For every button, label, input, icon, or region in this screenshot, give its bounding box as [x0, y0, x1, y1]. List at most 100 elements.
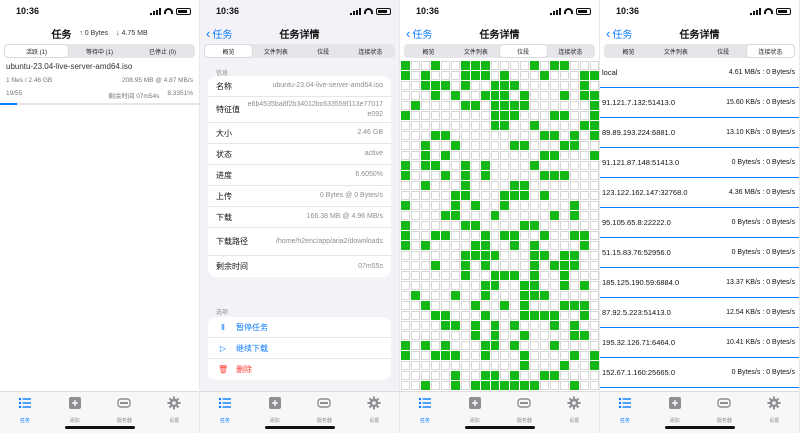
piece-cell — [560, 381, 570, 390]
peer-row[interactable]: 91.121.7.132:51413.0 15.60 KB/s : 0 Bytes… — [600, 88, 799, 118]
peer-row[interactable]: 185.125.190.59:6884.0 13.37 KB/s : 0 Byte… — [600, 268, 799, 298]
signal-icon — [550, 7, 561, 15]
tab-waiting[interactable]: 等待中 (1) — [68, 45, 131, 57]
download-speed: ↓ 4.75 MB — [116, 29, 148, 37]
peer-row[interactable]: 123.122.162.147:32768.0 4.36 MB/s : 0 Byt… — [600, 178, 799, 208]
piece-cell — [440, 151, 450, 160]
piece-cell — [470, 361, 480, 370]
peer-row[interactable]: 95.105.65.8:22222.0 0 Bytes/s : 0 Bytes/s — [600, 208, 799, 238]
peer-speed: 12.54 KB/s : 0 Bytes/s — [726, 309, 795, 316]
piece-cell — [430, 141, 440, 150]
piece-cell — [590, 371, 599, 380]
back-button[interactable]: ‹ 任务 — [406, 22, 432, 44]
peer-row[interactable]: 91.121.87.148:51413.0 0 Bytes/s : 0 Bytes… — [600, 148, 799, 178]
piece-cell — [490, 321, 500, 330]
piece-cell — [580, 321, 590, 330]
tab-pieces[interactable]: 位段 — [700, 45, 747, 57]
pause-task-button[interactable]: Ⅱ 暂停任务 — [208, 317, 391, 338]
piece-cell — [430, 181, 440, 190]
tab-peers[interactable]: 连接状态 — [547, 45, 594, 57]
resume-download-button[interactable]: ▷ 继续下载 — [208, 338, 391, 359]
piece-cell — [450, 261, 460, 270]
piece-cell — [550, 331, 560, 340]
piece-cell — [490, 191, 500, 200]
delete-button[interactable]: 🗑 删除 — [208, 359, 391, 380]
tab-files[interactable]: 文件列表 — [252, 45, 299, 57]
peer-row[interactable]: 152.67.1.160:25665.0 0 Bytes/s : 0 Bytes/… — [600, 358, 799, 388]
piece-cell — [540, 111, 550, 120]
piece-cell — [510, 71, 520, 80]
piece-cell — [550, 351, 560, 360]
page-title: 任务 — [51, 29, 72, 41]
tab-active[interactable]: 活跃 (1) — [5, 45, 68, 57]
tab-bar-item-list[interactable]: 任务 — [205, 396, 245, 433]
peer-speed: 0 Bytes/s : 0 Bytes/s — [731, 369, 795, 376]
piece-cell — [500, 271, 510, 280]
peer-row[interactable]: 89.89.193.224:6881.0 13.10 KB/s : 0 Bytes… — [600, 118, 799, 148]
piece-cell — [570, 131, 580, 140]
piece-cell — [540, 161, 550, 170]
back-button[interactable]: ‹ 任务 — [606, 22, 632, 44]
tab-bar-item-gear[interactable]: 设置 — [554, 396, 594, 433]
piece-cell — [530, 251, 540, 260]
piece-cell — [440, 81, 450, 90]
tab-peers[interactable]: 连接状态 — [746, 45, 794, 57]
tab-bar-item-gear[interactable]: 设置 — [154, 396, 194, 433]
piece-cell — [500, 101, 510, 110]
tab-overview[interactable]: 概览 — [605, 45, 652, 57]
piece-cell — [520, 341, 530, 350]
piece-cell — [540, 351, 550, 360]
tab-bar-item-gear[interactable]: 设置 — [354, 396, 394, 433]
piece-cell — [570, 61, 580, 70]
piece-cell — [560, 61, 570, 70]
piece-cell — [430, 221, 440, 230]
info-row: 名称 ubuntu-23.04-live-server-amd64.iso — [208, 76, 391, 97]
piece-cell — [540, 261, 550, 270]
piece-cell — [530, 121, 540, 130]
piece-cell — [590, 131, 599, 140]
peer-row[interactable]: 87.92.5.223:51413.0 12.54 KB/s : 0 Bytes/… — [600, 298, 799, 328]
piece-cell — [470, 311, 480, 320]
piece-cell — [420, 271, 430, 280]
tab-peers[interactable]: 连接状态 — [347, 45, 394, 57]
piece-cell — [570, 361, 580, 370]
nav-bar: ‹ 任务 任务详情 — [200, 22, 399, 44]
task-progress-bar — [0, 103, 199, 105]
piece-cell — [460, 301, 470, 310]
back-button[interactable]: ‹ 任务 — [206, 22, 232, 44]
piece-cell — [450, 301, 460, 310]
tab-bar-item-list[interactable]: 任务 — [605, 396, 645, 433]
tab-pieces[interactable]: 位段 — [499, 45, 547, 57]
piece-cell — [460, 161, 470, 170]
peer-row[interactable]: local 4.61 MB/s : 0 Bytes/s — [600, 58, 799, 88]
piece-cell — [560, 331, 570, 340]
piece-cell — [580, 231, 590, 240]
piece-cell — [401, 191, 410, 200]
piece-cell — [450, 351, 460, 360]
tab-bar-item-list[interactable]: 任务 — [5, 396, 45, 433]
piece-cell — [401, 211, 410, 220]
piece-cell — [540, 311, 550, 320]
tab-overview[interactable]: 概览 — [405, 45, 452, 57]
piece-cell — [470, 351, 480, 360]
task-row[interactable]: ubuntu-23.04-live-server-amd64.iso 1 fil… — [0, 60, 199, 108]
tab-stopped[interactable]: 已停止 (0) — [131, 45, 194, 57]
home-indicator — [665, 426, 735, 429]
peer-row[interactable]: 51.15.83.76:52956.0 0 Bytes/s : 0 Bytes/s — [600, 238, 799, 268]
piece-cell — [560, 301, 570, 310]
piece-cell — [410, 251, 420, 260]
peer-speed: 13.10 KB/s : 0 Bytes/s — [726, 129, 795, 136]
tab-bar-item-list[interactable]: 任务 — [405, 396, 445, 433]
piece-cell — [490, 121, 500, 130]
tab-bar-item-gear[interactable]: 设置 — [754, 396, 794, 433]
tab-files[interactable]: 文件列表 — [652, 45, 699, 57]
piece-cell — [550, 341, 560, 350]
piece-cell — [580, 261, 590, 270]
tab-pieces[interactable]: 位段 — [300, 45, 347, 57]
tab-files[interactable]: 文件列表 — [452, 45, 499, 57]
piece-cell — [520, 291, 530, 300]
task-progress-text: 19/55 — [6, 90, 23, 97]
piece-cell — [520, 381, 530, 390]
tab-overview[interactable]: 概览 — [205, 45, 253, 57]
peer-row[interactable]: 195.32.126.71:6464.0 10.41 KB/s : 0 Bytes… — [600, 328, 799, 358]
